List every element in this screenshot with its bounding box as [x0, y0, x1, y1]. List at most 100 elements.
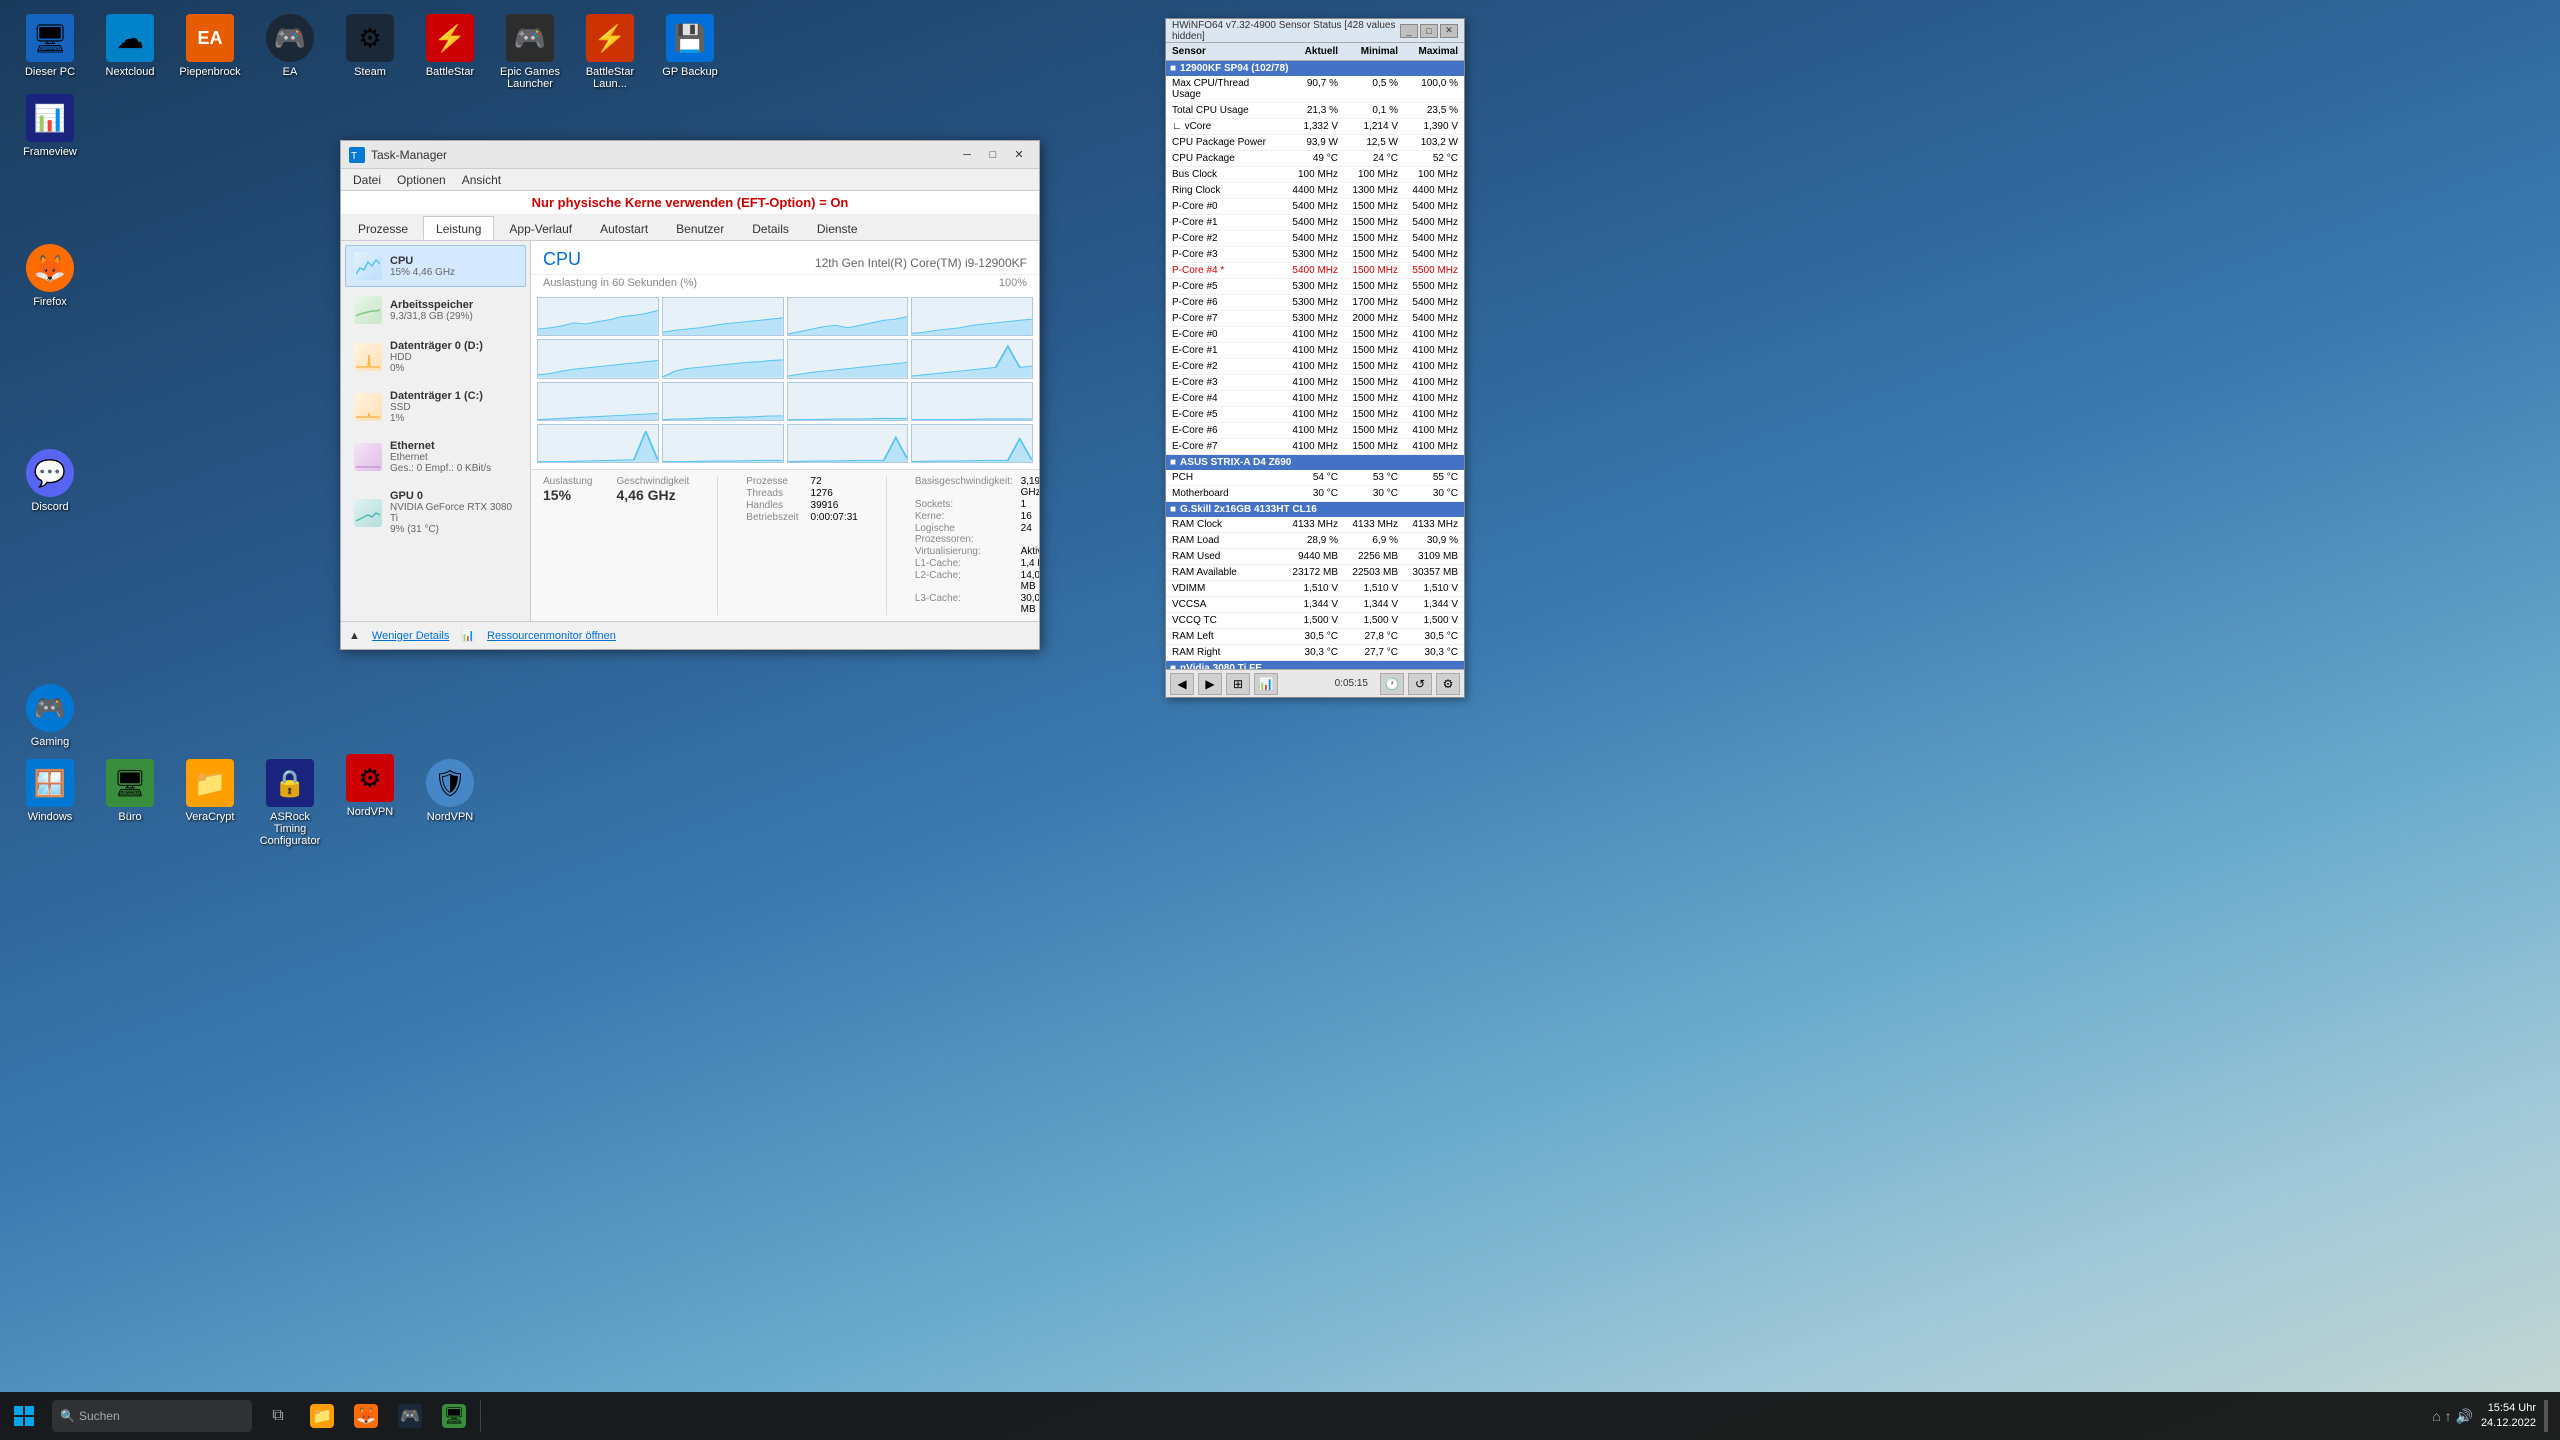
hwinfo-row-pcore2[interactable]: P-Core #2 5400 MHz 1500 MHz 5400 MHz [1166, 231, 1464, 247]
close-button[interactable]: ✕ [1007, 146, 1031, 164]
desktop-icon-discord[interactable]: 💬 Discord [10, 445, 90, 517]
taskbar-file-explorer[interactable]: 📁 [300, 1394, 344, 1438]
hwinfo-close-button[interactable]: ✕ [1440, 24, 1458, 38]
desktop-icon-battlestar2[interactable]: ⚡ BattleStar Laun... [570, 10, 650, 94]
sidebar-item-cpu[interactable]: CPU 15% 4,46 GHz [345, 245, 526, 287]
desktop-icon-steam[interactable]: 🎮 EA [250, 10, 330, 82]
hwinfo-row-pkg-power[interactable]: CPU Package Power 93,9 W 12,5 W 103,2 W [1166, 135, 1464, 151]
desktop-icon-steam2[interactable]: ⚙ Steam [330, 10, 410, 82]
desktop-icon-gp-backup[interactable]: 💾 GP Backup [650, 10, 730, 82]
hwinfo-row-mobo[interactable]: Motherboard 30 °C 30 °C 30 °C [1166, 486, 1464, 502]
hwinfo-reset-button[interactable]: ⊞ [1226, 673, 1250, 695]
hwinfo-settings-button[interactable]: ⚙ [1436, 673, 1460, 695]
hwinfo-next-button[interactable]: ▶ [1198, 673, 1222, 695]
desktop-icon-gaming[interactable]: 🎮 Gaming [10, 680, 90, 752]
hwinfo-row-pcore1[interactable]: P-Core #1 5400 MHz 1500 MHz 5400 MHz [1166, 215, 1464, 231]
l3-value: 30,0 MB [1021, 593, 1039, 615]
hwinfo-row-pcore4[interactable]: P-Core #4 * 5400 MHz 1500 MHz 5500 MHz [1166, 263, 1464, 279]
hwinfo-row-ram-used[interactable]: RAM Used 9440 MB 2256 MB 3109 MB [1166, 549, 1464, 565]
open-monitor-link[interactable]: Ressourcenmonitor öffnen [487, 630, 616, 642]
hwinfo-row-ecore7[interactable]: E-Core #7 4100 MHz 1500 MHz 4100 MHz [1166, 439, 1464, 455]
server-icon: 🖥 [106, 759, 154, 807]
hwinfo-row-ram-right[interactable]: RAM Right 30,3 °C 27,7 °C 30,3 °C [1166, 645, 1464, 661]
tab-leistung[interactable]: Leistung [423, 216, 494, 240]
desktop-icon-server[interactable]: 🖥 Büro [90, 755, 170, 827]
hwinfo-row-pch[interactable]: PCH 54 °C 53 °C 55 °C [1166, 470, 1464, 486]
hwinfo-row-ecore0[interactable]: E-Core #0 4100 MHz 1500 MHz 4100 MHz [1166, 327, 1464, 343]
sidebar-item-disk1[interactable]: Datenträger 1 (C:) SSD 1% [345, 383, 526, 431]
hwinfo-row-ram-left[interactable]: RAM Left 30,5 °C 27,8 °C 30,5 °C [1166, 629, 1464, 645]
sidebar-item-ethernet[interactable]: Ethernet Ethernet Ges.: 0 Empf.: 0 KBit/… [345, 433, 526, 481]
taskbar-firefox[interactable]: 🦊 [344, 1394, 388, 1438]
hwinfo-row-ecore1[interactable]: E-Core #1 4100 MHz 1500 MHz 4100 MHz [1166, 343, 1464, 359]
desktop-icon-frameview[interactable]: 📊 Frameview [10, 90, 90, 162]
tab-details[interactable]: Details [739, 216, 802, 240]
menu-ansicht[interactable]: Ansicht [454, 169, 509, 191]
hwinfo-row-pcore6[interactable]: P-Core #6 5300 MHz 1700 MHz 5400 MHz [1166, 295, 1464, 311]
desktop-icon-nordvpn[interactable]: 🛡 NordVPN [410, 755, 490, 827]
taskbar-steam[interactable]: 🎮 [388, 1394, 432, 1438]
tab-benutzer[interactable]: Benutzer [663, 216, 737, 240]
hwinfo-row-vccsa[interactable]: VCCSA 1,344 V 1,344 V 1,344 V [1166, 597, 1464, 613]
hwinfo-row-ram-avail[interactable]: RAM Available 23172 MB 22503 MB 30357 MB [1166, 565, 1464, 581]
hwinfo-row-ecore4[interactable]: E-Core #4 4100 MHz 1500 MHz 4100 MHz [1166, 391, 1464, 407]
sidebar-item-memory[interactable]: Arbeitsspeicher 9,3/31,8 GB (29%) [345, 289, 526, 331]
minimize-button[interactable]: ─ [955, 146, 979, 164]
hwinfo-row-ram-clock[interactable]: RAM Clock 4133 MHz 4133 MHz 4133 MHz [1166, 517, 1464, 533]
hwinfo-row-ram-load[interactable]: RAM Load 28,9 % 6,9 % 30,9 % [1166, 533, 1464, 549]
base-speed-value: 3,19 GHz [1021, 476, 1039, 498]
start-button[interactable] [0, 1392, 48, 1440]
taskbar-clock[interactable]: 15:54 Uhr 24.12.2022 [2481, 1401, 2536, 1432]
hwinfo-row-pcore0[interactable]: P-Core #0 5400 MHz 1500 MHz 5400 MHz [1166, 199, 1464, 215]
hwinfo-maximize-button[interactable]: □ [1420, 24, 1438, 38]
taskbar-search[interactable]: 🔍 Suchen [52, 1400, 252, 1432]
sidebar-item-disk0[interactable]: Datenträger 0 (D:) HDD 0% [345, 333, 526, 381]
hwinfo-row-pkg-temp[interactable]: CPU Package 49 °C 24 °C 52 °C [1166, 151, 1464, 167]
desktop-icon-nextcloud[interactable]: ☁ Nextcloud [90, 10, 170, 82]
tab-app-verlauf[interactable]: App-Verlauf [496, 216, 585, 240]
menu-datei[interactable]: Datei [345, 169, 389, 191]
desktop-icon-dieser-pc[interactable]: 🖥 Dieser PC [10, 10, 90, 82]
hwinfo-refresh-button[interactable]: ↺ [1408, 673, 1432, 695]
hwinfo-toolbar: ◀ ▶ ⊞ 📊 0:05:15 🕐 ↺ ⚙ [1166, 669, 1464, 697]
show-desktop-button[interactable] [2544, 1400, 2548, 1432]
maximize-button[interactable]: □ [981, 146, 1005, 164]
hwinfo-row-ecore3[interactable]: E-Core #3 4100 MHz 1500 MHz 4100 MHz [1166, 375, 1464, 391]
desktop-icon-veracrypt[interactable]: 🔒 ASRock Timing Configurator [250, 755, 330, 851]
hwinfo-row-vdimm[interactable]: VDIMM 1,510 V 1,510 V 1,510 V [1166, 581, 1464, 597]
sidebar-item-gpu[interactable]: GPU 0 NVIDIA GeForce RTX 3080 Ti 9% (31 … [345, 483, 526, 542]
max-cpu-min: 0,5 % [1340, 77, 1400, 101]
hwinfo-row-ecore6[interactable]: E-Core #6 4100 MHz 1500 MHz 4100 MHz [1166, 423, 1464, 439]
taskbar-server[interactable]: 🖥 [432, 1394, 476, 1438]
header-sensor: Sensor [1170, 45, 1270, 58]
hwinfo-row-vccq[interactable]: VCCQ TC 1,500 V 1,500 V 1,500 V [1166, 613, 1464, 629]
hwinfo-prev-button[interactable]: ◀ [1170, 673, 1194, 695]
hwinfo-row-ecore2[interactable]: E-Core #2 4100 MHz 1500 MHz 4100 MHz [1166, 359, 1464, 375]
tab-autostart[interactable]: Autostart [587, 216, 661, 240]
taskbar-task-view[interactable]: ⧉ [256, 1394, 300, 1438]
hwinfo-row-pcore5[interactable]: P-Core #5 5300 MHz 1500 MHz 5500 MHz [1166, 279, 1464, 295]
hwinfo-row-vcore[interactable]: ∟ vCore 1,332 V 1,214 V 1,390 V [1166, 119, 1464, 135]
hwinfo-row-pcore7[interactable]: P-Core #7 5300 MHz 2000 MHz 5400 MHz [1166, 311, 1464, 327]
hwinfo-clock-button[interactable]: 🕐 [1380, 673, 1404, 695]
less-details-link[interactable]: Weniger Details [372, 630, 449, 642]
menu-optionen[interactable]: Optionen [389, 169, 454, 191]
hwinfo-row-pcore3[interactable]: P-Core #3 5300 MHz 1500 MHz 5400 MHz [1166, 247, 1464, 263]
desktop-icon-battlestar[interactable]: ⚡ BattleStar [410, 10, 490, 82]
server-label: Büro [118, 811, 141, 823]
hwinfo-row-ring-clock[interactable]: Ring Clock 4400 MHz 1300 MHz 4400 MHz [1166, 183, 1464, 199]
hwinfo-row-bus-clock[interactable]: Bus Clock 100 MHz 100 MHz 100 MHz [1166, 167, 1464, 183]
hwinfo-row-max-cpu[interactable]: Max CPU/Thread Usage 90,7 % 0,5 % 100,0 … [1166, 76, 1464, 103]
desktop-icon-windows[interactable]: 🪟 Windows [10, 755, 90, 827]
hwinfo-minimize-button[interactable]: _ [1400, 24, 1418, 38]
hwinfo-chart-button[interactable]: 📊 [1254, 673, 1278, 695]
desktop-icon-ea[interactable]: EA Piepenbrock [170, 10, 250, 82]
desktop-icon-epic[interactable]: 🎮 Epic Games Launcher [490, 10, 570, 94]
hwinfo-row-ecore5[interactable]: E-Core #5 4100 MHz 1500 MHz 4100 MHz [1166, 407, 1464, 423]
hwinfo-row-total-cpu[interactable]: Total CPU Usage 21,3 % 0,1 % 23,5 % [1166, 103, 1464, 119]
desktop-icon-firefox[interactable]: 🦊 Firefox [10, 240, 90, 312]
tab-dienste[interactable]: Dienste [804, 216, 871, 240]
desktop-icon-asrock[interactable]: ⚙ NordVPN [330, 750, 410, 822]
tab-prozesse[interactable]: Prozesse [345, 216, 421, 240]
desktop-icon-buro[interactable]: 📁 VeraCrypt [170, 755, 250, 827]
